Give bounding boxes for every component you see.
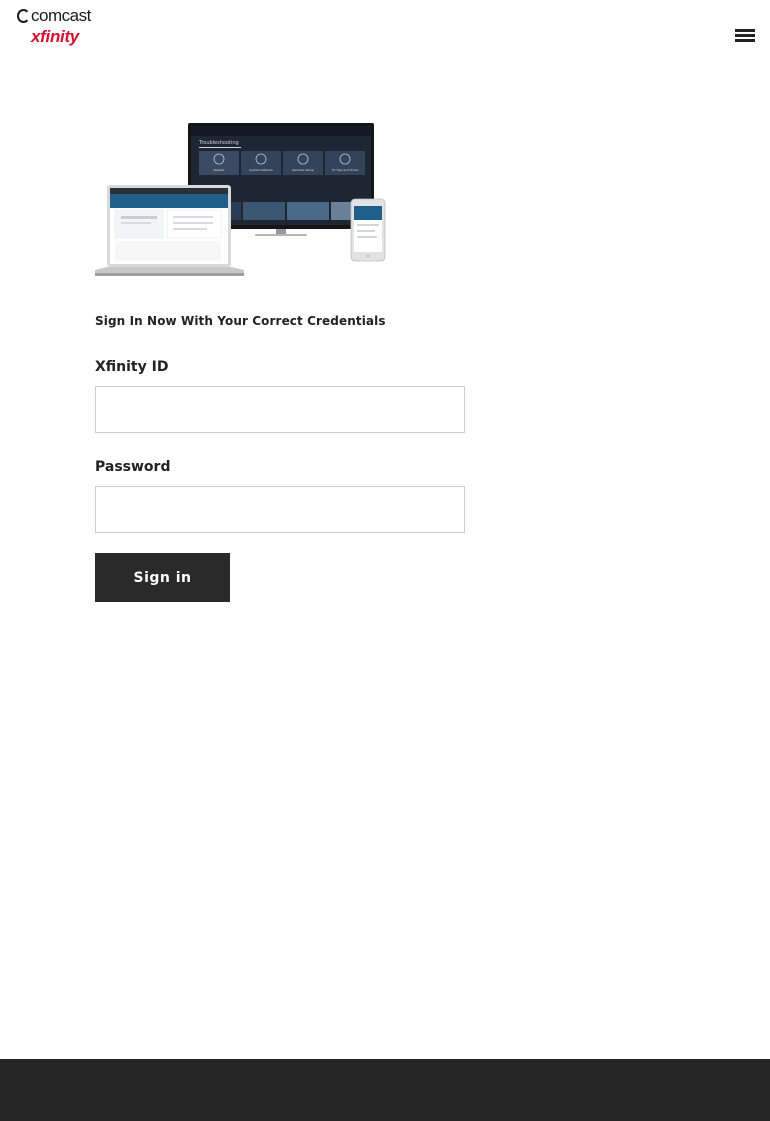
tv-tile-label: Remote Setup: [292, 168, 313, 172]
comcast-wordmark: comcast: [17, 6, 91, 26]
comcast-wordmark-text: comcast: [31, 6, 91, 25]
menu-bar: [735, 29, 755, 32]
password-input[interactable]: [95, 486, 465, 533]
devices-illustration: Troubleshooting Restart System Refresh R…: [95, 123, 386, 276]
phone-device: [350, 198, 386, 262]
tv-tile-label: System Refresh: [249, 168, 273, 172]
menu-bar: [735, 34, 755, 37]
tv-screen-title: Troubleshooting: [198, 140, 239, 146]
hamburger-menu-icon[interactable]: [735, 28, 755, 44]
menu-bar: [735, 39, 755, 42]
site-footer: [0, 1059, 770, 1121]
xfinity-wordmark: xfinity: [31, 27, 79, 46]
password-label: Password: [95, 459, 171, 475]
comcast-xfinity-logo[interactable]: comcast xfinity: [17, 6, 97, 52]
sign-in-button[interactable]: Sign in: [95, 553, 230, 602]
sign-in-instructions: Sign In Now With Your Correct Credential…: [95, 314, 386, 328]
xfinity-id-label: Xfinity ID: [95, 359, 169, 375]
site-header: comcast xfinity: [0, 0, 770, 60]
comcast-ring-icon: [17, 9, 30, 23]
tv-tile-label: TV Tips and Tricks: [331, 168, 359, 172]
xfinity-id-input[interactable]: [95, 386, 465, 433]
laptop-device: [95, 185, 244, 276]
tv-tile-label: Restart: [214, 168, 226, 172]
